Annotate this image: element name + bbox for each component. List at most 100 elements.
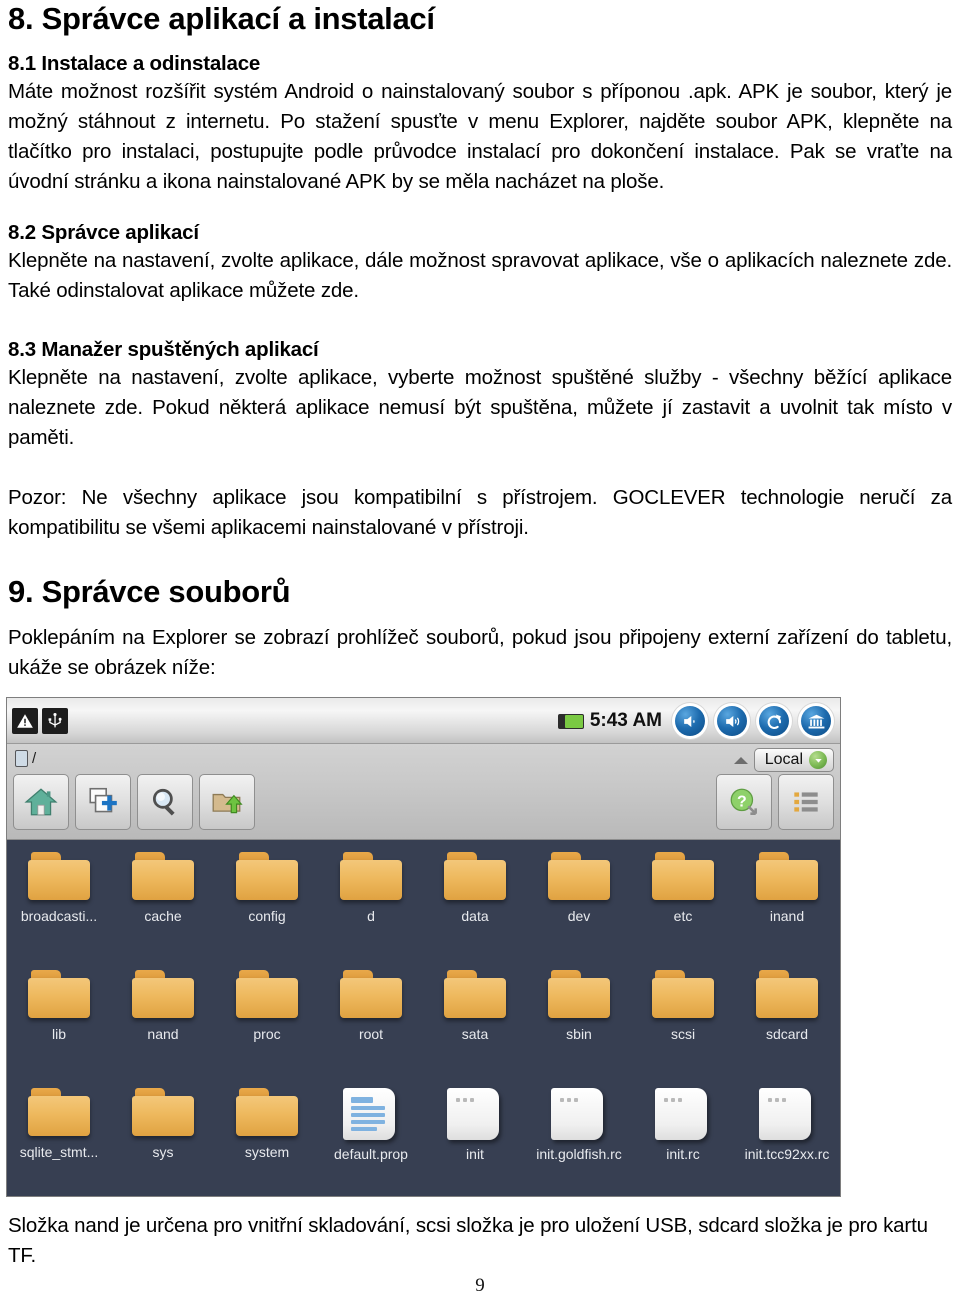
folder-icon [340,852,402,902]
file-item[interactable]: sdcard [735,966,839,1084]
new-folder-button[interactable] [75,774,131,830]
file-manager-toolbar: / Local ? [7,744,840,840]
storage-selector-group: Local [733,748,834,772]
generic-file-icon [447,1088,503,1140]
folder-icon [340,970,402,1020]
file-item-label: sqlite_stmt... [19,1144,99,1160]
file-item-label: config [248,908,286,924]
section-heading-9: 9. Správce souborů [8,574,291,609]
volume-up-button[interactable] [714,703,750,739]
page-number: 9 [475,1275,485,1296]
home-building-icon [801,706,831,736]
generic-file-icon [759,1088,815,1140]
storage-selector-label: Local [764,751,803,768]
folder-icon [236,852,298,902]
file-item-label: sata [461,1026,489,1042]
file-item[interactable]: init [423,1084,527,1196]
toolbar-right-buttons: ? [716,774,834,830]
view-list-button[interactable] [778,774,834,830]
generic-file-icon [655,1088,711,1140]
paragraph-after-image: Složka nand je určena pro vnitřní sklado… [8,1214,928,1267]
file-item[interactable]: etc [631,848,735,966]
up-folder-button[interactable] [199,774,255,830]
home-button[interactable] [798,703,834,739]
storage-selector-button[interactable]: Local [753,748,834,772]
folder-icon [28,970,90,1020]
file-item[interactable]: root [319,966,423,1084]
file-item[interactable]: broadcasti... [7,848,111,966]
section-heading-8-3: 8.3 Manažer spuštěných aplikací [8,338,319,361]
paragraph-warning: Pozor: Ne všechny aplikace jsou kompatib… [8,486,952,539]
grid-row: sqlite_stmt... sys system default.prop i… [7,1084,840,1196]
file-item-label: cache [144,908,182,924]
folder-icon [132,1088,194,1138]
new-window-plus-icon [89,787,117,813]
generic-file-icon [551,1088,607,1140]
file-item[interactable]: sbin [527,966,631,1084]
file-item[interactable]: sys [111,1084,215,1196]
document-page: 8. Správce aplikací a instalací 8.1 Inst… [0,0,960,1311]
folder-icon [132,852,194,902]
file-item[interactable]: scsi [631,966,735,1084]
file-item[interactable]: nand [111,966,215,1084]
home-button[interactable] [13,774,69,830]
folder-icon [652,852,714,902]
file-item[interactable]: d [319,848,423,966]
file-item[interactable]: cache [111,848,215,966]
file-item[interactable]: sqlite_stmt... [7,1084,111,1196]
file-item[interactable]: default.prop [319,1084,423,1196]
folder-icon [28,852,90,902]
folder-icon [548,970,610,1020]
collapse-caret-icon[interactable] [733,756,748,764]
file-item[interactable]: init.goldfish.rc [527,1084,631,1196]
volume-down-button[interactable] [672,703,708,739]
svg-text:?: ? [737,793,747,810]
file-item[interactable]: proc [215,966,319,1084]
file-item-label: init [466,1146,484,1162]
folder-up-arrow-icon [212,793,243,814]
file-item-label: lib [51,1026,66,1042]
list-view-icon [794,792,818,812]
file-item-label: system [244,1144,290,1160]
file-item-label: sys [152,1144,174,1160]
breadcrumb[interactable]: / [15,750,36,767]
file-item[interactable]: init.tcc92xx.rc [735,1084,839,1196]
file-item-label: sdcard [765,1026,809,1042]
file-item[interactable]: lib [7,966,111,1084]
folder-icon [756,970,818,1020]
file-item[interactable]: init.rc [631,1084,735,1196]
folder-icon [236,970,298,1020]
folder-icon [132,970,194,1020]
section-heading-8-2: 8.2 Správce aplikací [8,221,199,244]
usb-icon [42,707,68,734]
page-title: 8. Správce aplikací a instalací [8,1,435,36]
file-item[interactable]: data [423,848,527,966]
file-item-label: data [461,908,489,924]
back-button[interactable] [756,703,792,739]
folder-icon [236,1088,298,1138]
file-item[interactable]: config [215,848,319,966]
file-item-label: init.tcc92xx.rc [744,1146,830,1162]
file-manager-screenshot: 5:43 AM / Local ? broadcasti... cache co… [6,697,841,1197]
paragraph-8-1: Máte možnost rozšířit systém Android o n… [8,80,952,193]
breadcrumb-path: / [32,750,37,767]
help-button[interactable]: ? [716,774,772,830]
status-bar-clock: 5:43 AM [589,710,662,731]
file-item[interactable]: inand [735,848,839,966]
file-item-label: broadcasti... [20,908,98,924]
file-item-label: etc [673,908,693,924]
folder-icon [548,852,610,902]
file-item-label: nand [147,1026,179,1042]
file-item[interactable]: dev [527,848,631,966]
file-item[interactable]: sata [423,966,527,1084]
search-button[interactable] [137,774,193,830]
folder-icon [652,970,714,1020]
house-icon [24,788,58,816]
back-arrow-icon [759,706,789,736]
file-item[interactable]: system [215,1084,319,1196]
folder-icon [444,852,506,902]
volume-up-icon [717,706,747,736]
